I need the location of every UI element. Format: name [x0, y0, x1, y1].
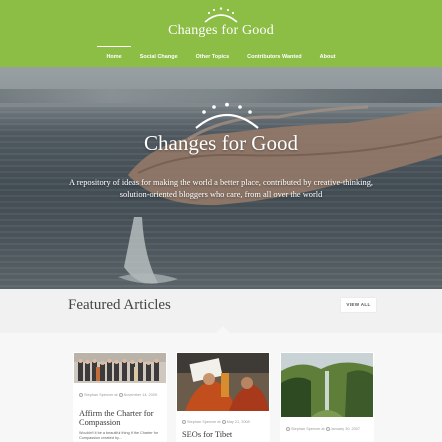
article-meta: Stephan Spencer at November 14, 2009 [79, 393, 157, 398]
date-meta: January 30, 2007 [330, 427, 360, 431]
clock-icon [221, 420, 226, 424]
nav-item-social-change[interactable]: Social Change [131, 48, 187, 60]
article-excerpt: Wouldn't it be a beautiful thing if the … [79, 431, 159, 441]
article-thumbnail[interactable] [74, 353, 166, 383]
nav-item-home[interactable]: Home [97, 46, 132, 60]
sun-arc-icon [195, 102, 259, 129]
article-meta: Stephan Spencer at May 21, 2008 [182, 420, 250, 425]
clock-icon [325, 427, 330, 431]
author-meta[interactable]: Stephan Spencer at [187, 420, 221, 424]
person-icon [286, 427, 290, 431]
hero-subtitle: A repository of ideas for making the wor… [69, 178, 373, 199]
section-notch [215, 326, 231, 334]
hero-title: Changes for Good [144, 131, 298, 155]
site-logo[interactable]: Changes for Good [0, 6, 442, 39]
view-all-button[interactable]: VIEW ALL [341, 298, 376, 312]
clock-icon [118, 393, 123, 397]
article-title[interactable]: Affirm the Charter for Compassion [79, 409, 167, 427]
article-thumbnail[interactable] [177, 353, 269, 411]
logo-text: Changes for Good [168, 23, 274, 38]
article-card[interactable]: Stephan Spencer at January 30, 2007 [280, 352, 374, 442]
person-icon [79, 393, 83, 397]
author-meta[interactable]: Stephan Spencer at [84, 393, 118, 397]
site-header: Changes for Good Home Social Change Othe… [0, 0, 442, 67]
nav-item-about[interactable]: About [311, 48, 345, 60]
date-meta: May 21, 2008 [226, 420, 250, 424]
article-title[interactable]: SEOs for Tibet [182, 430, 232, 439]
sun-arc-icon [204, 7, 238, 23]
article-meta: Stephan Spencer at January 30, 2007 [286, 427, 360, 432]
hero-banner: Changes for Good A repository of ideas f… [0, 67, 442, 289]
nav-item-other-topics[interactable]: Other Topics [187, 48, 239, 60]
article-thumbnail[interactable] [281, 353, 373, 417]
article-card[interactable]: Stephan Spencer at May 21, 2008 SEOs for… [176, 352, 270, 442]
person-icon [182, 420, 186, 424]
main-nav: Home Social Change Other Topics Contribu… [0, 46, 442, 60]
author-meta[interactable]: Stephan Spencer at [291, 427, 325, 431]
article-card[interactable]: Stephan Spencer at November 14, 2009 Aff… [73, 352, 167, 442]
section-title: Featured Articles [68, 297, 171, 313]
nav-item-contributors-wanted[interactable]: Contributors Wanted [238, 48, 310, 60]
date-meta: November 14, 2009 [123, 393, 157, 397]
